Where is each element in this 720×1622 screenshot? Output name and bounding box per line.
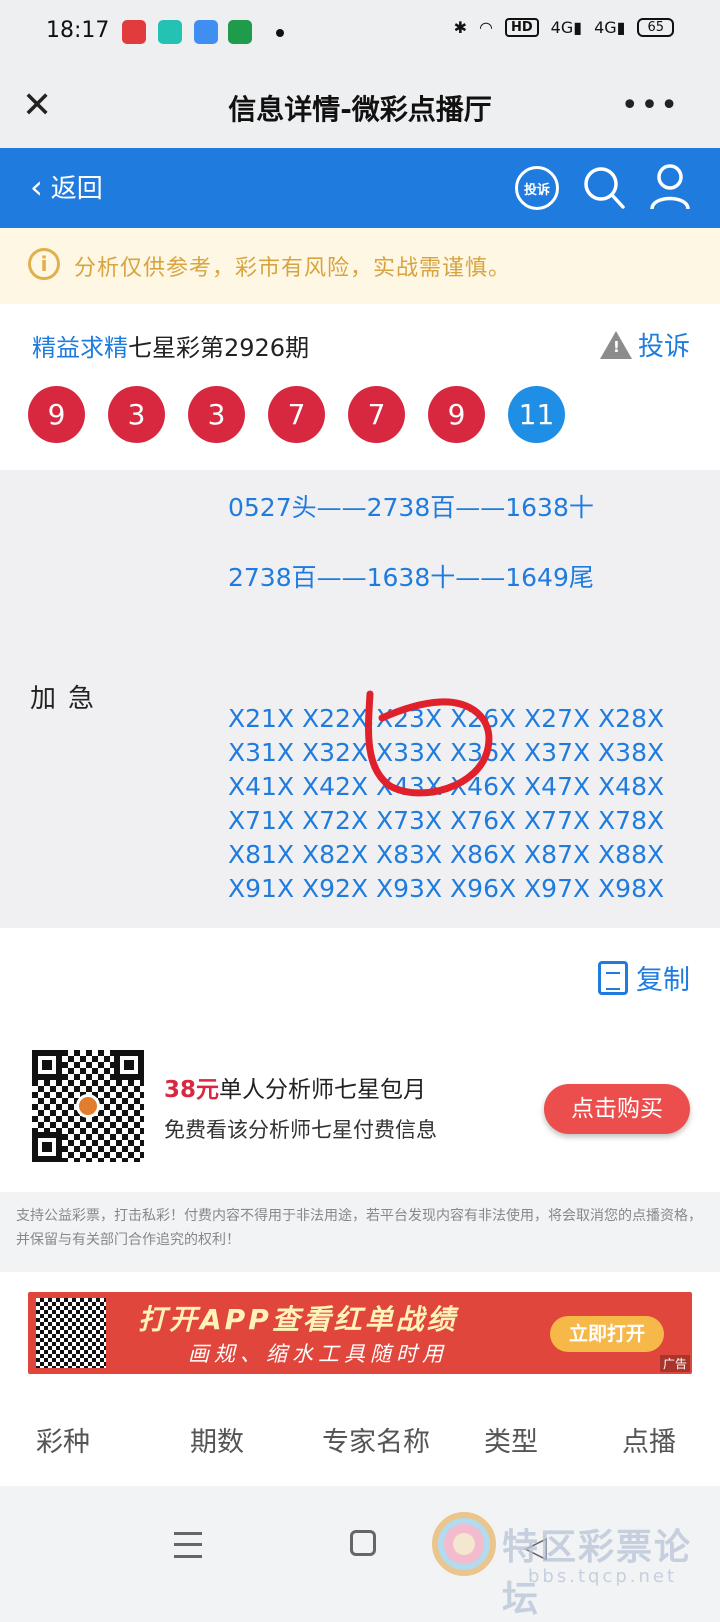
- result-balls: 9 3 3 7 7 9 11: [28, 386, 565, 443]
- ad-qr-code: [36, 1298, 106, 1368]
- promo-subtitle: 免费看该分析师七星付费信息: [164, 1118, 437, 1142]
- oppo-app-icon: [228, 20, 252, 44]
- buy-button[interactable]: 点击购买: [544, 1084, 690, 1134]
- home-app-icon: [158, 20, 182, 44]
- files-app-icon: [194, 20, 218, 44]
- ball-red: 3: [108, 386, 165, 443]
- notification-dot-icon: [276, 29, 284, 37]
- page-title: 信息详情-微彩点播厅: [228, 93, 492, 126]
- signal-icon-1: 4G▮: [550, 18, 583, 37]
- tab-issue[interactable]: 期数: [190, 1420, 244, 1459]
- notice-text: 分析仅供参考，彩市有风险，实战需谨慎。: [74, 256, 512, 281]
- tab-lottery-type[interactable]: 彩种: [36, 1420, 90, 1459]
- qr-code-image: [32, 1050, 144, 1162]
- ad-open-button[interactable]: 立即打开: [550, 1316, 664, 1352]
- wifi-icon: ◠: [479, 18, 493, 37]
- menu-icon[interactable]: [174, 1532, 202, 1558]
- grid-row: X71X X72X X73X X76X X77X X78X: [228, 806, 665, 835]
- system-nav-bar: ◁ 特区彩票论坛 bbs.tqcp.net: [0, 1486, 720, 1620]
- ball-red: 7: [348, 386, 405, 443]
- ad-tag: 广告: [659, 1355, 690, 1372]
- risk-notice: i 分析仅供参考，彩市有风险，实战需谨慎。: [0, 228, 720, 304]
- ad-banner-wrap: 打开APP查看红单战绩 画规、缩水工具随时用 立即打开 广告: [0, 1272, 720, 1382]
- back-label: 返回: [50, 174, 103, 204]
- ad-subline: 画规、缩水工具随时用: [188, 1342, 448, 1366]
- analysis-content: 0527头——2738百——1638十 2738百——1638十——1649尾 …: [0, 470, 720, 928]
- ball-red: 3: [188, 386, 245, 443]
- category-tabs: 彩种 期数 专家名称 类型 点播: [0, 1382, 720, 1486]
- urgent-label: 加急: [30, 684, 107, 714]
- status-bar: 18:17 ✱ ◠ HD 4G▮ 4G▮ 65: [0, 0, 720, 64]
- tab-expert-name[interactable]: 专家名称: [322, 1420, 430, 1459]
- ball-red: 7: [268, 386, 325, 443]
- document-icon: [598, 960, 628, 995]
- subscription-promo: 38元单人分析师七星包月 免费看该分析师七星付费信息 点击购买: [0, 1018, 720, 1192]
- complain-button[interactable]: 投诉: [515, 166, 559, 210]
- copy-label: 复制: [636, 965, 690, 996]
- tab-type[interactable]: 类型: [484, 1420, 538, 1459]
- prediction-line-1: 0527头——2738百——1638十: [228, 493, 594, 522]
- ball-red: 9: [28, 386, 85, 443]
- bluetooth-icon: ✱: [453, 18, 468, 37]
- home-icon[interactable]: [350, 1530, 376, 1556]
- red-circle-annotation: [365, 690, 493, 797]
- battery-icon: 65: [637, 18, 674, 37]
- chevron-left-icon: ‹: [30, 167, 43, 206]
- hd-badge: HD: [505, 18, 539, 37]
- watermark-url: bbs.tqcp.net: [528, 1566, 678, 1587]
- disclaimer-text: 支持公益彩票，打击私彩！付费内容不得用于非法用途，若平台发现内容有非法使用，将会…: [0, 1192, 720, 1272]
- forum-logo-icon: [432, 1512, 496, 1576]
- issue-card: 精益求精七星彩第2926期 ! 投诉 9 3 3 7 7 9 11: [0, 304, 720, 470]
- app-ad-banner[interactable]: 打开APP查看红单战绩 画规、缩水工具随时用 立即打开 广告: [28, 1292, 692, 1374]
- tab-on-demand[interactable]: 点播: [622, 1420, 676, 1459]
- issue-title: 精益求精七星彩第2926期: [32, 328, 309, 363]
- grid-row: X91X X92X X93X X96X X97X X98X: [228, 874, 665, 903]
- complain-badge-label: 投诉: [523, 182, 550, 198]
- status-indicators: ✱ ◠ HD 4G▮ 4G▮ 65: [454, 18, 674, 37]
- signal-icon-2: 4G▮: [594, 18, 626, 37]
- nav-bar: ‹ 返回 投诉: [0, 148, 720, 228]
- more-icon[interactable]: •••: [621, 88, 680, 123]
- ball-red: 9: [428, 386, 485, 443]
- expert-name[interactable]: 精益求精: [32, 334, 128, 362]
- grid-row: X81X X82X X83X X86X X87X X88X: [228, 840, 665, 869]
- status-time: 18:17: [46, 18, 110, 43]
- lottery-issue: 七星彩第2926期: [128, 334, 310, 362]
- ad-headline: 打开APP查看红单战绩: [138, 1303, 458, 1336]
- report-button[interactable]: ! 投诉: [599, 326, 690, 363]
- title-bar: ✕ 信息详情-微彩点播厅 •••: [0, 64, 720, 148]
- copy-row: 复制: [0, 928, 720, 1018]
- prediction-line-2: 2738百——1638十——1649尾: [228, 563, 594, 592]
- copy-button[interactable]: 复制: [598, 958, 690, 997]
- back-button[interactable]: ‹ 返回: [30, 168, 103, 205]
- toutiao-app-icon: [122, 20, 146, 44]
- forum-watermark: 特区彩票论坛 bbs.tqcp.net: [432, 1508, 720, 1620]
- promo-title: 38元单人分析师七星包月: [164, 1077, 427, 1103]
- user-icon[interactable]: [648, 162, 692, 212]
- search-icon[interactable]: [582, 164, 626, 212]
- report-label: 投诉: [637, 332, 690, 362]
- warning-icon: !: [599, 330, 632, 359]
- promo-price: 38元: [164, 1077, 220, 1103]
- ball-blue: 11: [508, 386, 565, 443]
- info-icon: i: [28, 248, 60, 280]
